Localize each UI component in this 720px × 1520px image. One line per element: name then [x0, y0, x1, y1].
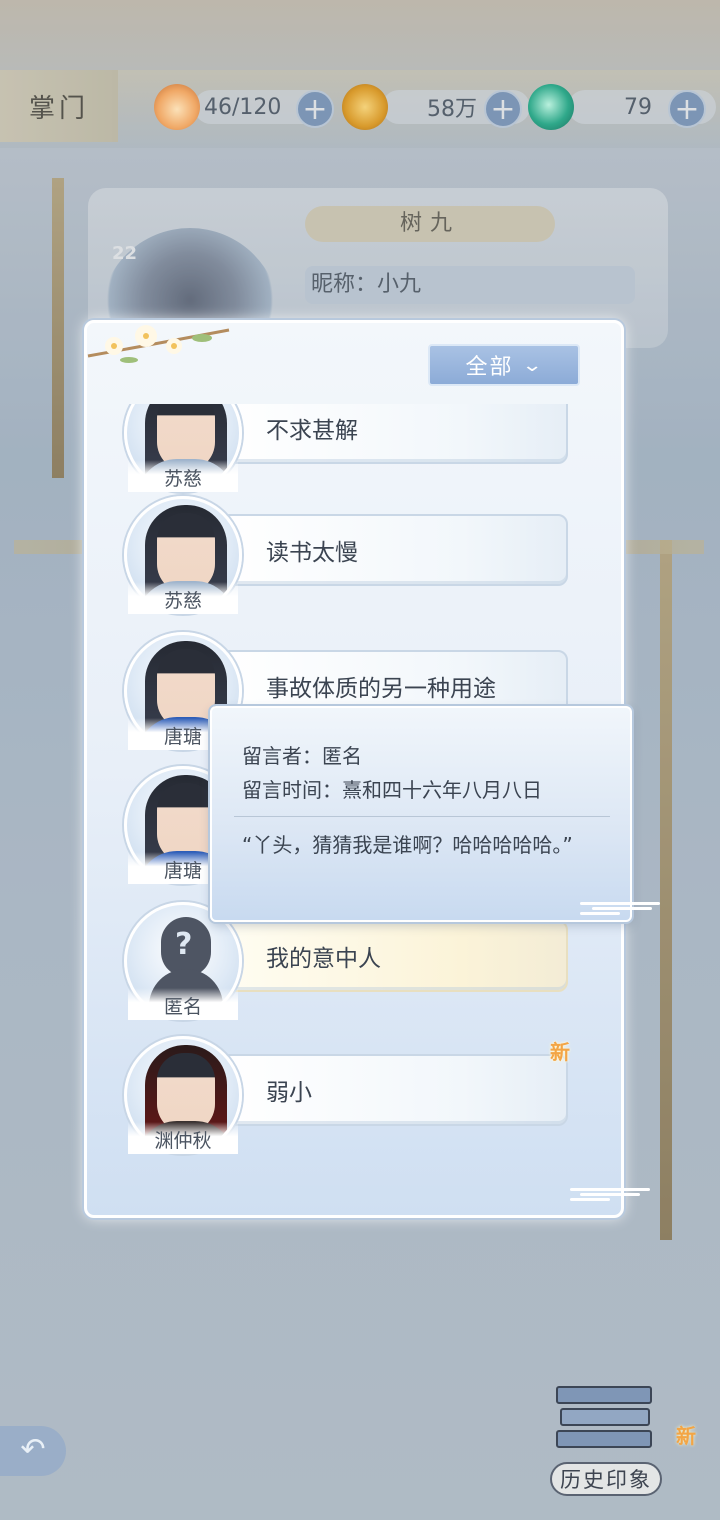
message-detail-tooltip: 留言者：匿名 留言时间：熹和四十六年八月八日 “丫头，猜猜我是谁啊？哈哈哈哈哈。…	[210, 706, 632, 922]
back-button[interactable]: ↶	[0, 1426, 66, 1476]
author-name: 苏慈	[128, 460, 238, 492]
history-impression-button[interactable]: 新 历史印象	[546, 1380, 696, 1500]
jade-swirl-icon	[528, 84, 574, 130]
message-row[interactable]: 不求甚解 苏慈	[120, 404, 580, 504]
cat-icon	[154, 84, 200, 130]
add-coins-button[interactable]: +	[484, 90, 522, 128]
message-row[interactable]: 弱小 渊仲秋 新	[120, 1036, 580, 1166]
message-text: 读书太慢	[266, 540, 358, 566]
add-jade-button[interactable]: +	[668, 90, 706, 128]
chevron-down-icon: ⌄	[522, 354, 546, 376]
background-pillar	[52, 178, 64, 478]
add-stamina-button[interactable]: +	[296, 90, 334, 128]
message-bubble[interactable]: 弱小	[220, 1054, 568, 1126]
filter-label: 全部	[465, 355, 514, 380]
profile-name: 树九	[305, 206, 555, 242]
message-text: 我的意中人	[266, 946, 381, 972]
resource-bar: 掌门 46/120 + 58万 + 79 +	[0, 70, 720, 148]
cloud-decoration	[580, 900, 660, 915]
history-label: 历史印象	[550, 1462, 662, 1496]
message-bubble[interactable]: 读书太慢	[220, 514, 568, 586]
filter-dropdown[interactable]: 全部 ⌄	[428, 344, 580, 386]
message-bubble[interactable]: 我的意中人	[220, 920, 568, 992]
message-row[interactable]: 读书太慢 苏慈	[120, 496, 580, 626]
coin-icon	[342, 84, 388, 130]
blossom-decoration	[87, 325, 230, 363]
profile-level: 22	[112, 243, 138, 264]
message-text: 弱小	[266, 1080, 312, 1106]
tooltip-time: 留言时间：熹和四十六年八月八日	[242, 778, 542, 802]
cloud-decoration	[570, 1186, 650, 1201]
profile-nickname: 昵称：小九	[305, 266, 635, 304]
divider	[234, 816, 610, 817]
author-name: 匿名	[128, 988, 238, 1020]
message-bubble[interactable]: 不求甚解	[220, 404, 568, 464]
message-text: 事故体质的另一种用途	[266, 676, 496, 702]
background-pillar	[660, 540, 672, 1240]
back-arrow-icon: ↶	[20, 1432, 46, 1467]
new-badge: 新	[550, 1040, 570, 1064]
new-badge: 新	[676, 1424, 696, 1448]
message-text: 不求甚解	[266, 418, 358, 444]
section-title: 掌门	[0, 70, 118, 142]
tooltip-author: 留言者：匿名	[242, 744, 362, 768]
books-icon	[556, 1386, 652, 1456]
author-name: 苏慈	[128, 582, 238, 614]
author-name: 渊仲秋	[128, 1122, 238, 1154]
tooltip-message: “丫头，猜猜我是谁啊？哈哈哈哈哈。”	[242, 833, 573, 857]
